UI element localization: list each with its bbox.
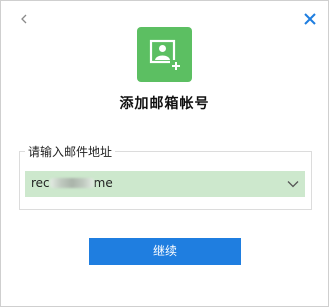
email-value: rec me [31, 176, 113, 190]
email-value-suffix: me [93, 176, 113, 190]
email-value-prefix: rec [31, 176, 50, 190]
add-email-account-dialog: 添加邮箱帐号 请输入邮件地址 rec me 继续 [0, 0, 329, 307]
add-account-icon [149, 39, 182, 72]
email-combobox[interactable]: rec me [25, 171, 305, 197]
dialog-title: 添加邮箱帐号 [119, 96, 210, 112]
email-field-label: 请输入邮件地址 [25, 143, 116, 160]
continue-button[interactable]: 继续 [89, 238, 241, 265]
close-icon [304, 13, 316, 25]
close-button[interactable] [303, 11, 317, 27]
chevron-left-icon [21, 14, 27, 24]
chevron-down-icon[interactable] [287, 180, 299, 188]
back-button[interactable] [17, 11, 31, 27]
app-logo [137, 27, 192, 82]
redacted-text-mask [49, 178, 94, 188]
